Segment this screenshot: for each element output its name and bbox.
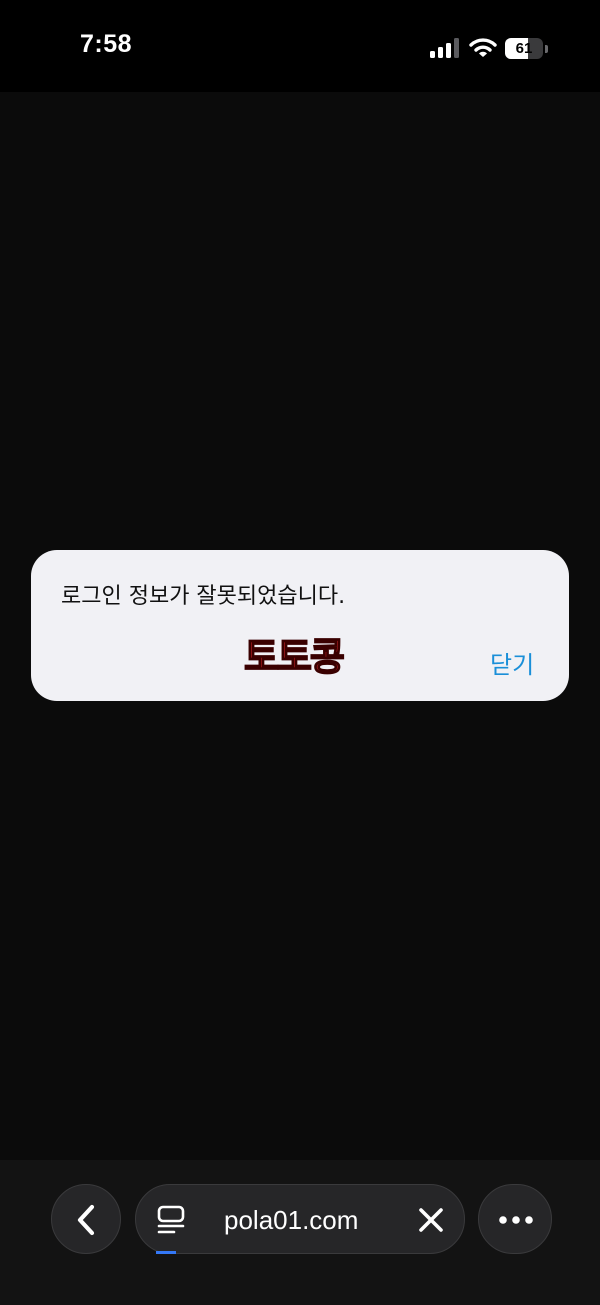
back-button[interactable] [51,1184,121,1254]
page-load-progress-fill [156,1251,177,1254]
wifi-icon [469,38,497,57]
tabs-icon[interactable] [156,1205,186,1235]
page-load-progress [156,1251,446,1254]
address-bar[interactable]: pola01.com [135,1184,465,1254]
more-icon [499,1216,533,1224]
more-button[interactable] [478,1184,552,1254]
back-chevron-icon [77,1204,95,1236]
browser-toolbar: pola01.com [0,1160,600,1305]
status-time: 7:58 [80,30,133,58]
close-button[interactable]: 닫기 [490,645,534,680]
alert-dialog: 로그인 정보가 잘못되었습니다. 토토콩 닫기 [31,550,569,701]
address-text[interactable]: pola01.com [224,1205,358,1236]
watermark-stamp: 토토콩 [243,634,345,680]
battery-icon: 61 [505,38,549,59]
alert-message: 로그인 정보가 잘못되었습니다. [61,584,346,609]
clear-icon[interactable] [418,1207,444,1233]
status-bar: 7:58 61 [0,0,600,92]
battery-level: 61 [515,40,533,57]
signal-icon [430,38,459,58]
